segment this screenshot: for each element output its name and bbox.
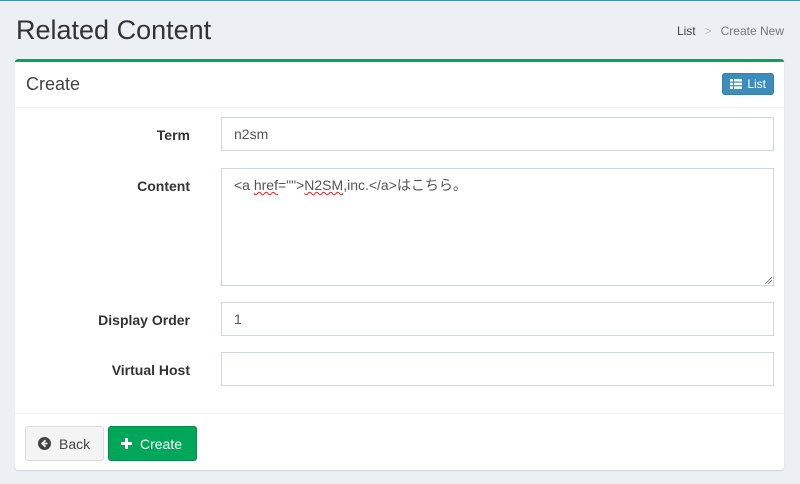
back-button-label: Back [59, 435, 91, 452]
list-icon [730, 79, 743, 89]
back-button[interactable]: Back [25, 426, 104, 461]
breadcrumb-item-create-new: Create New [720, 24, 784, 38]
display-order-input[interactable]: 1 [221, 302, 774, 336]
display-order-label: Display Order [98, 312, 190, 328]
breadcrumb-item-list[interactable]: List [677, 24, 696, 38]
term-label: Term [156, 127, 190, 143]
virtual-host-input[interactable] [221, 352, 774, 386]
create-form-box: Create List Term n2sm Content <a href=""… [15, 59, 784, 470]
create-button[interactable]: Create [108, 426, 197, 461]
term-value: n2sm [234, 126, 269, 142]
top-border [0, 0, 800, 1]
content-value: <a href="">N2SM,inc.</a>はこちら。 [234, 177, 467, 193]
resize-handle-icon[interactable] [764, 276, 772, 284]
box-title: Create [26, 74, 81, 94]
box-header: Create List [15, 62, 784, 108]
display-order-value: 1 [234, 311, 242, 327]
content-label: Content [137, 178, 190, 194]
list-button[interactable]: List [722, 73, 774, 95]
term-input[interactable]: n2sm [221, 117, 774, 151]
list-button-label: List [747, 77, 766, 91]
create-button-label: Create [140, 435, 183, 452]
content-textarea[interactable]: <a href="">N2SM,inc.</a>はこちら。 [221, 168, 774, 286]
plus-icon [121, 438, 132, 449]
breadcrumb: List > Create New [677, 24, 784, 38]
arrow-circle-left-icon [38, 437, 51, 450]
virtual-host-label: Virtual Host [111, 362, 190, 378]
box-footer: Back Create [15, 413, 784, 471]
page-title: Related Content [16, 15, 212, 45]
breadcrumb-separator: > [704, 24, 712, 38]
